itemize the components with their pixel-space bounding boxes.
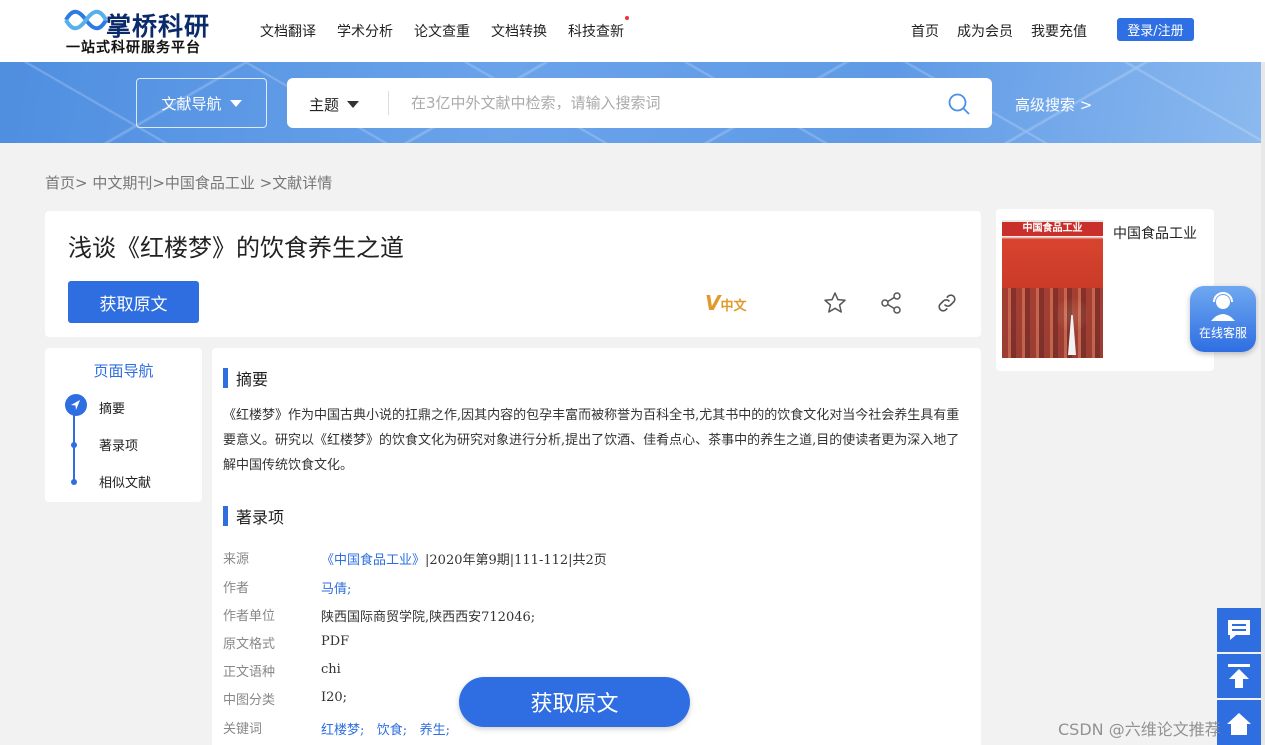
- chat-icon: [1228, 620, 1250, 640]
- keywords-label: 关键词: [223, 722, 263, 737]
- login-register-button[interactable]: 登录/注册: [1117, 18, 1194, 41]
- watermark: CSDN @六维论文推荐: [1058, 720, 1221, 739]
- record-heading-label: 著录项: [236, 508, 285, 527]
- source-label: 来源: [223, 552, 250, 567]
- search-type-label: 主题: [309, 96, 340, 114]
- title-card: 浅谈《红楼梦》的饮食养生之道 获取原文 V中文: [45, 211, 981, 337]
- affiliation-value: 陕西国际商贸学院,陕西西安712046;: [321, 610, 536, 625]
- link-home[interactable]: 首页: [911, 21, 939, 41]
- top-header: 掌桥科研 一站式科研服务平台 文档翻译 学术分析 论文查重 文档转换 科技查新 …: [0, 0, 1265, 62]
- search-icon[interactable]: [947, 92, 971, 116]
- logo-subtitle: 一站式科研服务平台: [66, 40, 201, 56]
- source-issue: |2020年第9期|111-112|共2页: [425, 553, 607, 568]
- caret-down-icon: [229, 99, 242, 107]
- author-label: 作者: [223, 581, 250, 596]
- page-nav: 页面导航 摘要 著录项 相似文献: [45, 348, 202, 502]
- author-link[interactable]: 马倩;: [321, 578, 351, 597]
- journal-cover-card[interactable]: 中国食品工业 中国食品工业: [996, 209, 1214, 371]
- share-icon[interactable]: [879, 291, 903, 315]
- home-icon: [1227, 712, 1251, 735]
- site-logo[interactable]: 掌桥科研 一站式科研服务平台: [64, 5, 224, 56]
- nav-doc-translate[interactable]: 文档翻译: [260, 21, 316, 41]
- keyword-link[interactable]: 饮食;: [377, 723, 407, 738]
- search-input[interactable]: [411, 90, 931, 116]
- search-box: 主题: [287, 78, 992, 128]
- star-icon[interactable]: [823, 291, 847, 315]
- abstract-heading-label: 摘要: [236, 370, 269, 389]
- logo-wave-icon: [64, 9, 108, 31]
- clc-label: 中图分类: [223, 693, 276, 708]
- new-dot: [625, 16, 629, 20]
- source-value: 《中国食品工业》|2020年第9期|111-112|共2页: [321, 549, 607, 568]
- page-nav-dot: [71, 479, 77, 485]
- doc-nav-label: 文献导航: [161, 94, 222, 113]
- link-recharge[interactable]: 我要充值: [1031, 21, 1087, 41]
- back-to-top-button[interactable]: [1217, 654, 1261, 698]
- top-nav: 文档翻译 学术分析 论文查重 文档转换 科技查新: [260, 16, 629, 41]
- section-bar: [223, 506, 228, 526]
- top-right-links: 首页 成为会员 我要充值: [911, 21, 1087, 41]
- online-service-button[interactable]: 在线客服: [1190, 286, 1256, 352]
- v-logo-mark: V: [705, 291, 721, 315]
- divider: [388, 91, 389, 115]
- nav-novelty-label: 科技查新: [568, 24, 624, 40]
- link-icon[interactable]: [935, 291, 959, 315]
- cover-masthead: 中国食品工业: [1002, 222, 1103, 236]
- caret-down-icon: [347, 101, 360, 108]
- keyword-link[interactable]: 红楼梦;: [321, 723, 364, 738]
- location-pin-icon: [65, 394, 87, 416]
- nav-novelty-search[interactable]: 科技查新: [568, 16, 629, 41]
- chinese-version-badge: V中文: [705, 291, 747, 315]
- floating-get-original-button[interactable]: 获取原文: [459, 677, 690, 727]
- page-nav-item-similar[interactable]: 相似文献: [99, 472, 151, 491]
- nav-plagiarism-check[interactable]: 论文查重: [414, 21, 470, 41]
- clc-value: I20;: [321, 690, 348, 705]
- breadcrumb[interactable]: 首页> 中文期刊>中国食品工业 >文献详情: [45, 172, 332, 193]
- keywords-value: 红楼梦; 饮食; 养生;: [321, 719, 450, 738]
- abstract-text: 《红楼梦》作为中国古典小说的扛鼎之作,因其内容的包孕丰富而被称誉为百科全书,尤其…: [223, 408, 960, 473]
- format-value: PDF: [321, 634, 350, 649]
- search-type-select[interactable]: 主题: [309, 94, 360, 115]
- page-nav-item-abstract[interactable]: 摘要: [99, 398, 125, 417]
- customer-service-icon: [1211, 292, 1235, 321]
- abstract-heading: 摘要: [223, 366, 268, 390]
- journal-cover-image[interactable]: 中国食品工业: [1002, 220, 1103, 358]
- format-label: 原文格式: [223, 637, 276, 652]
- lang-badge-label: 中文: [720, 299, 747, 314]
- scrollbar[interactable]: [1261, 0, 1265, 745]
- page-nav-item-record[interactable]: 著录项: [99, 435, 138, 454]
- home-button[interactable]: [1217, 700, 1261, 745]
- affiliation-label: 作者单位: [223, 609, 276, 624]
- page-nav-title: 页面导航: [93, 362, 154, 380]
- cover-city: [1002, 288, 1103, 358]
- feedback-button[interactable]: [1217, 608, 1261, 652]
- link-membership[interactable]: 成为会员: [957, 21, 1013, 41]
- source-journal-link[interactable]: 《中国食品工业》: [321, 553, 425, 568]
- language-value: chi: [321, 662, 341, 677]
- page-title: 浅谈《红楼梦》的饮食养生之道: [68, 234, 404, 262]
- journal-name[interactable]: 中国食品工业: [1113, 223, 1197, 243]
- keyword-link[interactable]: 养生;: [420, 723, 450, 738]
- get-original-button[interactable]: 获取原文: [68, 281, 199, 323]
- search-band: 文献导航 主题 高级搜索 >: [0, 62, 1261, 143]
- section-bar: [223, 368, 228, 388]
- nav-doc-convert[interactable]: 文档转换: [491, 21, 547, 41]
- advanced-search-link[interactable]: 高级搜索 >: [1015, 94, 1092, 115]
- record-heading: 著录项: [223, 504, 284, 528]
- doc-nav-dropdown[interactable]: 文献导航: [136, 78, 267, 128]
- back-to-top-icon: [1228, 664, 1250, 688]
- language-label: 正文语种: [223, 665, 276, 680]
- online-service-label: 在线客服: [1198, 326, 1247, 340]
- nav-academic-analysis[interactable]: 学术分析: [337, 21, 393, 41]
- page-nav-dot: [71, 442, 77, 448]
